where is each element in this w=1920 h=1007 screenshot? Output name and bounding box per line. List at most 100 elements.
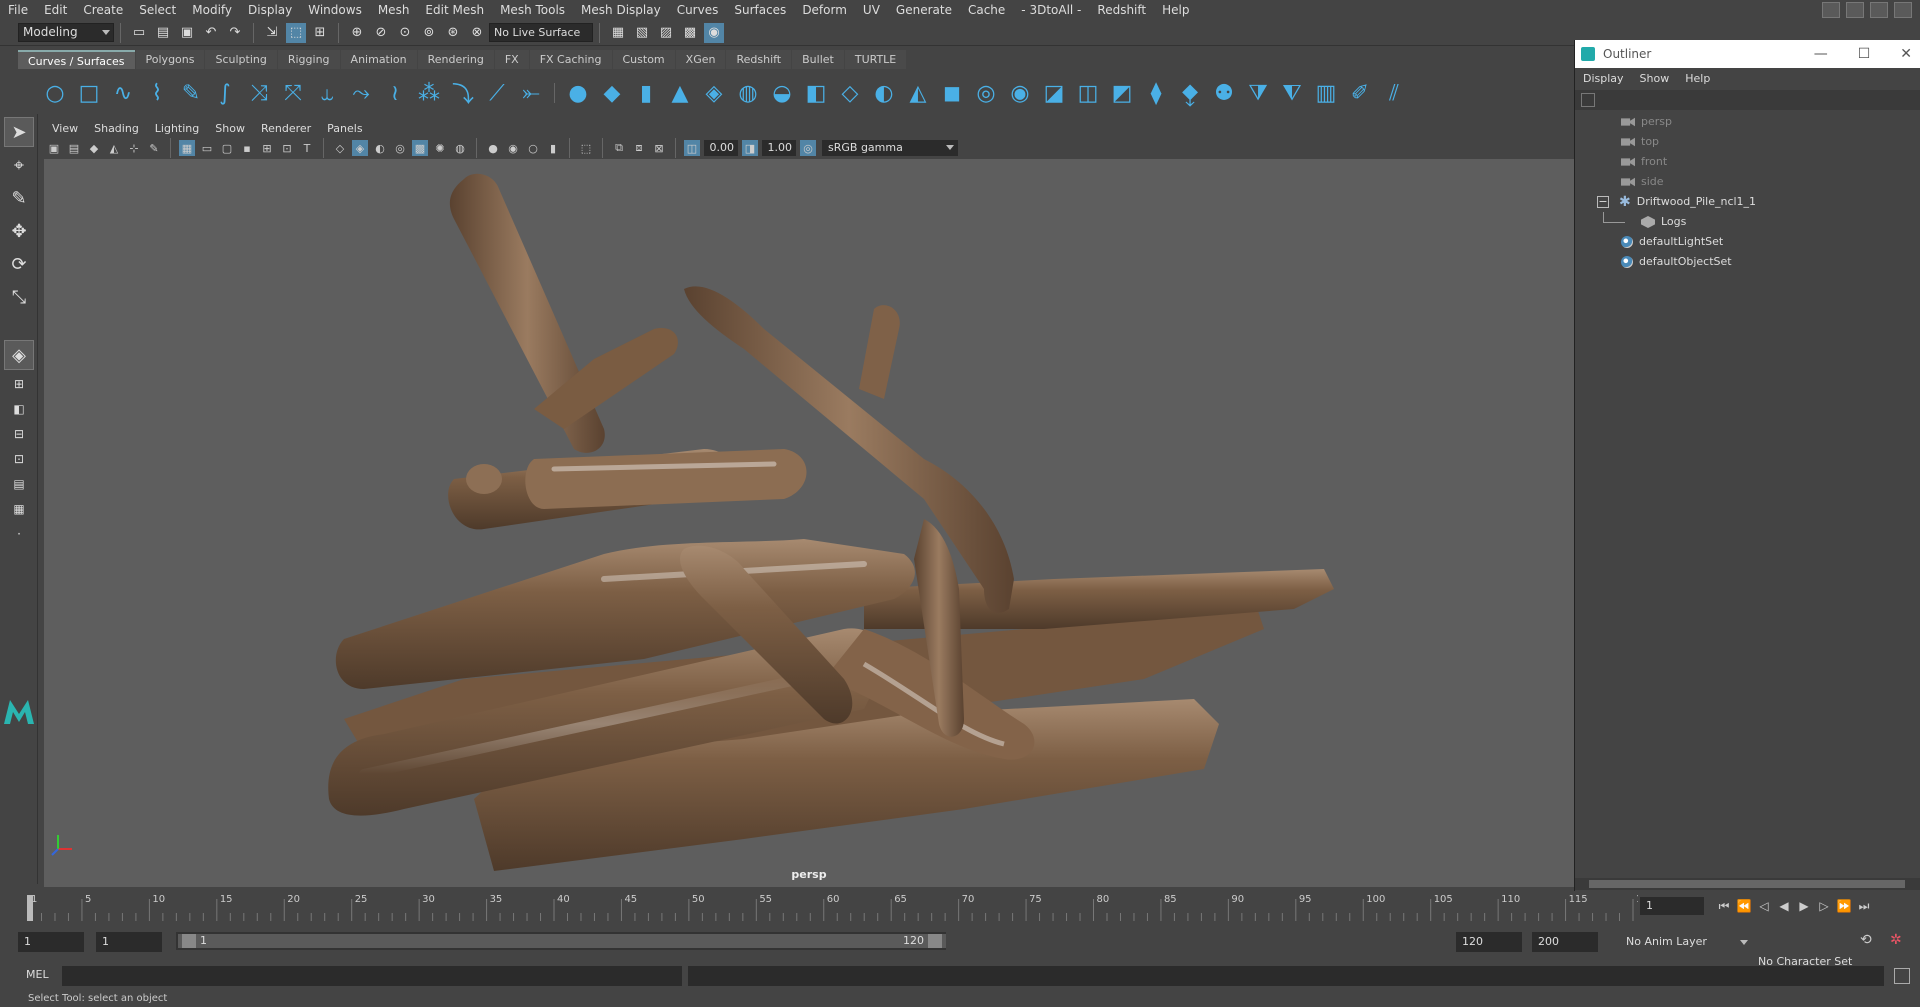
lasso-tool-icon[interactable]: ⌖ — [4, 150, 34, 180]
go-to-end-icon[interactable]: ⏭ — [1854, 897, 1874, 915]
screen-space-ao-icon[interactable]: ● — [485, 140, 501, 156]
workspace-layout-icon[interactable] — [1822, 2, 1840, 18]
range-bar[interactable]: 1 120 — [176, 932, 946, 950]
menu-create[interactable]: Create — [75, 0, 131, 20]
menu-surfaces[interactable]: Surfaces — [726, 0, 794, 20]
camera-attributes-icon[interactable]: ▤ — [66, 140, 82, 156]
command-input[interactable] — [62, 966, 682, 986]
menu-edit[interactable]: Edit — [36, 0, 75, 20]
insert-isoparms-icon[interactable]: ⧨ — [1278, 79, 1306, 107]
animation-start-field[interactable]: 1 — [18, 932, 84, 952]
render-view-icon[interactable]: ▩ — [680, 23, 700, 43]
menu-edit-mesh[interactable]: Edit Mesh — [417, 0, 492, 20]
open-close-icon[interactable]: ⧩ — [1244, 79, 1272, 107]
outliner-item-default-light-set[interactable]: defaultLightSet — [1575, 232, 1920, 252]
textured-icon[interactable]: ▩ — [412, 140, 428, 156]
boolean-icon[interactable]: ◩ — [1108, 79, 1136, 107]
2d-pan-zoom-icon[interactable]: ⊹ — [126, 140, 142, 156]
shelf-tab-rigging[interactable]: Rigging — [277, 50, 340, 69]
nurbs-cylinder-icon[interactable]: ▮ — [632, 79, 660, 107]
range-start-handle[interactable] — [182, 934, 196, 948]
nurbs-sphere-icon[interactable]: ● — [564, 79, 592, 107]
gate-mask-icon[interactable]: ▪ — [239, 140, 255, 156]
outliner-item-driftwood-pile[interactable]: − ✱ Driftwood_Pile_ncl1_1 — [1575, 192, 1920, 212]
time-slider[interactable]: 1 5 10 15 20 25 30 35 40 45 50 55 60 65 70 75 80 85 90 95 10… — [18, 891, 1638, 921]
outliner-menu-display[interactable]: Display — [1575, 72, 1632, 85]
shelf-tab-fx-caching[interactable]: FX Caching — [529, 50, 612, 69]
project-curve-icon[interactable]: ◎ — [972, 79, 1000, 107]
attach-curves-icon[interactable]: ⤨ — [245, 79, 273, 107]
select-object-icon[interactable]: ⬚ — [286, 22, 306, 43]
snap-live-icon[interactable]: ⊗ — [467, 23, 487, 43]
pencil-curve-icon[interactable]: ✎ — [177, 79, 205, 107]
nurbs-cube-icon[interactable]: ◆ — [598, 79, 626, 107]
outliner-item-logs[interactable]: Logs — [1575, 212, 1920, 232]
persp-outliner-layout-icon[interactable]: ◧ — [4, 398, 34, 420]
command-language-toggle[interactable]: MEL — [26, 968, 49, 981]
shelf-tab-sculpting[interactable]: Sculpting — [205, 50, 277, 69]
panel-menu-panels[interactable]: Panels — [319, 120, 370, 138]
nurbs-torus-icon[interactable]: ◍ — [734, 79, 762, 107]
exposure-icon[interactable]: ◫ — [684, 140, 700, 156]
snap-point-icon[interactable]: ⊙ — [395, 23, 415, 43]
rotate-tool-icon[interactable]: ⟳ — [4, 249, 34, 279]
search-options-icon[interactable] — [1581, 93, 1595, 107]
use-all-lights-icon[interactable]: ✺ — [432, 140, 448, 156]
isolate-select-icon[interactable]: ⬚ — [578, 140, 594, 156]
shelf-tab-polygons[interactable]: Polygons — [135, 50, 205, 69]
maximize-icon[interactable]: ☐ — [1858, 46, 1871, 62]
detach-surfaces-icon[interactable]: ⧪ — [1176, 79, 1204, 107]
shelf-tab-fx[interactable]: FX — [494, 50, 529, 69]
extrude-icon[interactable]: ◐ — [870, 79, 898, 107]
outliner-menu-help[interactable]: Help — [1677, 72, 1718, 85]
minimize-icon[interactable]: — — [1814, 46, 1828, 62]
play-forwards-icon[interactable]: ▶ — [1794, 897, 1814, 915]
panel-menu-renderer[interactable]: Renderer — [253, 120, 319, 138]
attribute-editor-icon[interactable] — [1870, 2, 1888, 18]
shelf-tab-redshift[interactable]: Redshift — [726, 50, 792, 69]
menu-file[interactable]: File — [0, 0, 36, 20]
trim-tool-icon[interactable]: ◪ — [1040, 79, 1068, 107]
resolution-gate-icon[interactable]: ▢ — [219, 140, 235, 156]
select-tool-icon[interactable]: ➤ — [4, 117, 34, 147]
ipr-render-icon[interactable]: ▨ — [656, 23, 676, 43]
animation-preferences-icon[interactable]: ✲ — [1890, 932, 1902, 948]
menu-display[interactable]: Display — [240, 0, 300, 20]
wireframe-icon[interactable]: ◇ — [332, 140, 348, 156]
step-forward-key-icon[interactable]: ⏩ — [1834, 897, 1854, 915]
safe-action-icon[interactable]: ⊡ — [279, 140, 295, 156]
field-chart-icon[interactable]: ⊞ — [259, 140, 275, 156]
perspective-viewport[interactable]: persp — [44, 159, 1574, 887]
tool-settings-icon[interactable] — [1894, 2, 1912, 18]
custom-layout-icon[interactable]: ▤ — [4, 473, 34, 495]
nurbs-plane-icon[interactable]: ◈ — [700, 79, 728, 107]
outliner-item-persp[interactable]: persp — [1575, 112, 1920, 132]
align-surfaces-icon[interactable]: ⚉ — [1210, 79, 1238, 107]
scrollbar-thumb[interactable] — [1589, 880, 1905, 888]
outliner-search-input[interactable] — [1575, 90, 1920, 110]
birail-icon[interactable]: ◭ — [904, 79, 932, 107]
menu-set-dropdown[interactable]: Modeling — [18, 23, 114, 42]
gamma-icon[interactable]: ◨ — [742, 140, 758, 156]
menu-cache[interactable]: Cache — [960, 0, 1013, 20]
select-hierarchy-icon[interactable]: ⇲ — [262, 23, 282, 43]
playback-start-field[interactable]: 1 — [96, 932, 162, 952]
film-gate-icon[interactable]: ▭ — [199, 140, 215, 156]
snap-view-plane-icon[interactable]: ⊚ — [419, 23, 439, 43]
shadows-icon[interactable]: ◍ — [452, 140, 468, 156]
menu-mesh-display[interactable]: Mesh Display — [573, 0, 669, 20]
four-view-layout-icon[interactable]: ⊞ — [4, 373, 34, 395]
auto-key-icon[interactable]: ⟲ — [1860, 932, 1872, 948]
outliner-menu-show[interactable]: Show — [1632, 72, 1678, 85]
offset-curve-icon[interactable]: ≀ — [381, 79, 409, 107]
panel-menu-shading[interactable]: Shading — [86, 120, 147, 138]
grid-icon[interactable]: ▦ — [179, 140, 195, 156]
animation-end-field[interactable]: 200 — [1532, 932, 1598, 952]
insert-knot-icon[interactable]: ⥿ — [313, 79, 341, 107]
image-plane-icon[interactable]: ◭ — [106, 140, 122, 156]
nurbs-circle-icon[interactable]: ○ — [41, 79, 69, 107]
intersect-surfaces-icon[interactable]: ◉ — [1006, 79, 1034, 107]
exposure-field[interactable]: 0.00 — [704, 140, 738, 156]
open-scene-icon[interactable]: ▤ — [153, 23, 173, 43]
redshift-render-icon[interactable]: ◉ — [704, 22, 724, 43]
